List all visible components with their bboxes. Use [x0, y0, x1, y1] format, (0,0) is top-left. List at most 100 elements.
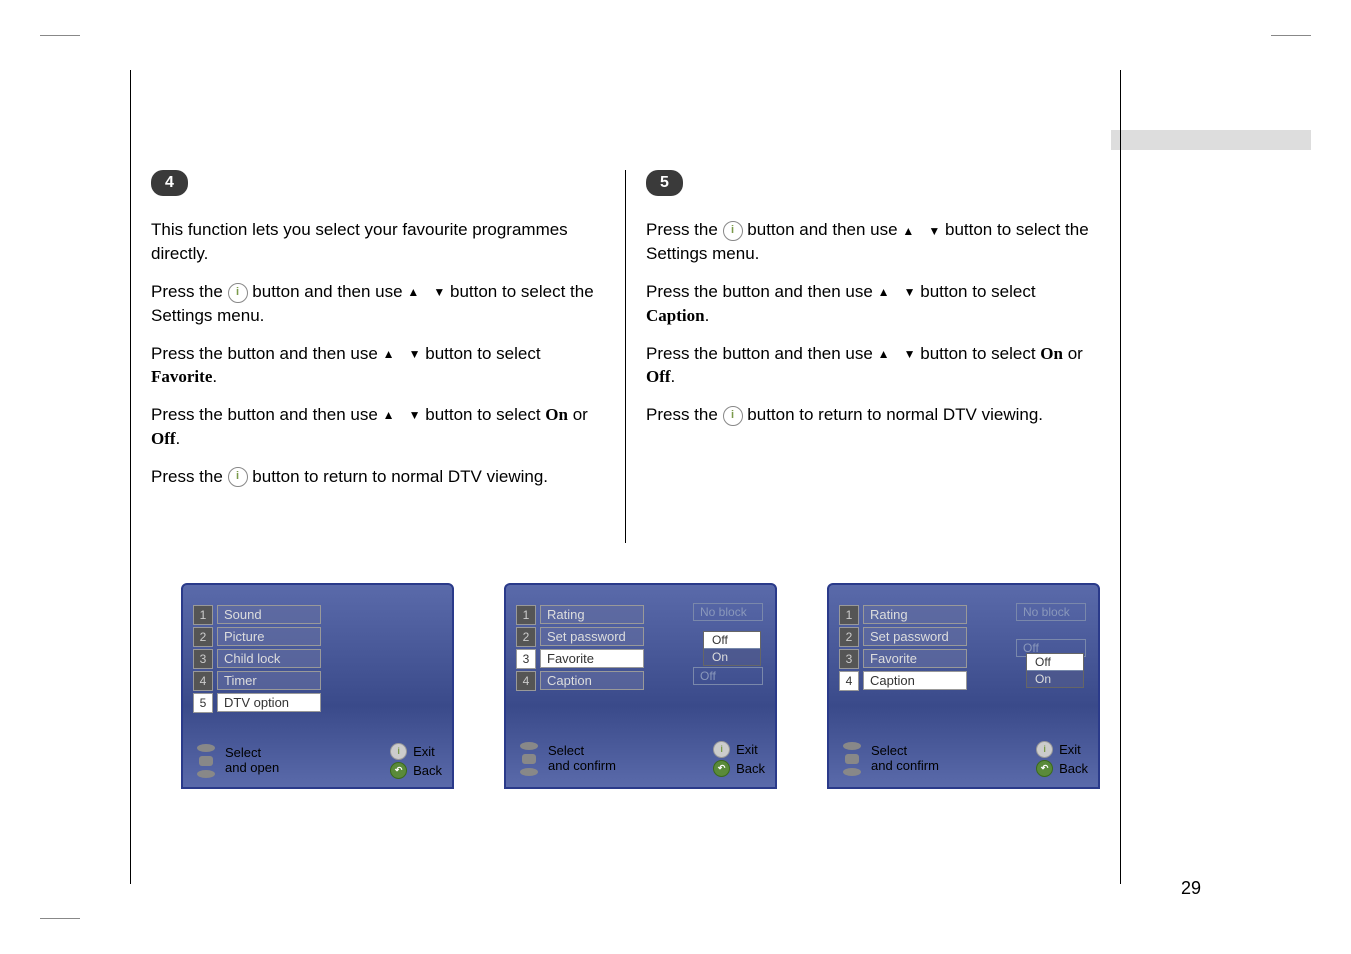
nav-pad-icon: [193, 744, 219, 778]
up-arrow-icon: [383, 344, 395, 363]
osd-num: 3: [839, 649, 859, 669]
down-arrow-icon: [928, 220, 940, 239]
footer-confirm: and confirm: [871, 759, 939, 773]
crop-mark: [40, 35, 80, 36]
osd-num: 4: [839, 671, 859, 691]
text: button to return to normal DTV viewing.: [252, 467, 548, 486]
text: Press the button and then use: [151, 344, 383, 363]
text: button to select: [920, 344, 1040, 363]
osd-num: 3: [516, 649, 536, 669]
i-button-icon: i: [228, 467, 248, 487]
osd-label: Favorite: [540, 649, 644, 668]
osd-label: Picture: [217, 627, 321, 646]
osd-label: Favorite: [863, 649, 967, 668]
footer-select: Select: [225, 746, 279, 760]
osd-item-rating: 1 Rating No block: [839, 605, 1088, 625]
text: button to select: [425, 405, 545, 424]
down-arrow-icon: [433, 282, 445, 301]
osd-option-off: Off: [704, 632, 760, 649]
text: button to select: [425, 344, 540, 363]
osd-num: 2: [839, 627, 859, 647]
osd-num: 1: [193, 605, 213, 625]
footer-back: Back: [1059, 761, 1088, 776]
down-arrow-icon: [409, 405, 421, 424]
osd-num: 2: [516, 627, 536, 647]
off-label: Off: [646, 367, 671, 386]
text: button to return to normal DTV viewing.: [747, 405, 1043, 424]
osd-label: Child lock: [217, 649, 321, 668]
page-number: 29: [1181, 878, 1201, 899]
text: Press the button and then use: [646, 282, 878, 301]
osd-option-off: Off: [1027, 654, 1083, 671]
osd-item-picture: 2 Picture: [193, 627, 442, 647]
osd-settings-menu: 1 Sound 2 Picture 3 Child lock 4 Timer 5…: [181, 583, 454, 789]
step-badge-5: 5: [646, 170, 683, 196]
up-arrow-icon: [878, 282, 890, 301]
page-content: 4 This function lets you select your fav…: [130, 70, 1121, 884]
step4-p2: Press the button and then use button to …: [151, 342, 605, 390]
osd-footer: Select and confirm i Exit ↶ Back: [839, 741, 1088, 777]
osd-num: 4: [516, 671, 536, 691]
osd-dropdown-favorite: Off On: [703, 631, 761, 666]
osd-num: 4: [193, 671, 213, 691]
step-4-section: 4 This function lets you select your fav…: [131, 170, 626, 543]
osd-item-sound: 1 Sound: [193, 605, 442, 625]
step-badge-4: 4: [151, 170, 188, 196]
osd-num: 1: [839, 605, 859, 625]
osd-value-rating: No block: [693, 603, 763, 621]
osd-label: Set password: [863, 627, 967, 646]
osd-label: Rating: [540, 605, 644, 624]
i-button-icon: i: [723, 406, 743, 426]
osd-footer: Select and open iExit ↶Back: [193, 743, 442, 779]
osd-row: 1 Sound 2 Picture 3 Child lock 4 Timer 5…: [131, 543, 1120, 789]
footer-exit: Exit: [736, 742, 758, 757]
text: or: [573, 405, 588, 424]
step5-p2: Press the button and then use button to …: [646, 280, 1100, 328]
osd-value-rating: No block: [1016, 603, 1086, 621]
osd-num: 2: [193, 627, 213, 647]
text: Press the button and then use: [151, 405, 383, 424]
i-circle-icon: i: [1036, 741, 1053, 758]
caption-label: Caption: [646, 306, 705, 325]
footer-exit: Exit: [1059, 742, 1081, 757]
text: button and then use: [747, 220, 902, 239]
i-circle-icon: i: [390, 743, 407, 760]
step4-p1: Press the i button and then use button t…: [151, 280, 605, 328]
i-button-icon: i: [723, 221, 743, 241]
footer-select: Select: [871, 744, 939, 758]
text: or: [1068, 344, 1083, 363]
osd-item-caption: 4 Caption Off: [516, 671, 765, 691]
osd-num: 5: [193, 693, 213, 713]
back-circle-icon: ↶: [713, 760, 730, 777]
footer-exit: Exit: [413, 744, 435, 759]
osd-footer: Select and confirm iExit ↶Back: [516, 741, 765, 777]
footer-confirm: and confirm: [548, 759, 616, 773]
step4-p3: Press the button and then use button to …: [151, 403, 605, 451]
crop-mark: [40, 918, 80, 919]
up-arrow-icon: [407, 282, 419, 301]
osd-label: Caption: [540, 671, 644, 690]
osd-label: Timer: [217, 671, 321, 690]
nav-pad-icon: [516, 742, 542, 776]
osd-label: Rating: [863, 605, 967, 624]
back-circle-icon: ↶: [1036, 760, 1053, 777]
favorite-label: Favorite: [151, 367, 212, 386]
on-label: On: [1040, 344, 1063, 363]
nav-pad-icon: [839, 742, 865, 776]
text: Press the: [646, 405, 723, 424]
step5-p4: Press the i button to return to normal D…: [646, 403, 1100, 427]
text: Press the: [151, 467, 228, 486]
osd-item-rating: 1 Rating No block: [516, 605, 765, 625]
osd-label: Set password: [540, 627, 644, 646]
footer-select: Select: [548, 744, 616, 758]
osd-num: 1: [516, 605, 536, 625]
i-circle-icon: i: [713, 741, 730, 758]
step5-p3: Press the button and then use button to …: [646, 342, 1100, 390]
osd-item-dtvoption: 5 DTV option: [193, 693, 442, 713]
osd-label: Caption: [863, 671, 967, 690]
down-arrow-icon: [409, 344, 421, 363]
osd-item-childlock: 3 Child lock: [193, 649, 442, 669]
osd-option-on: On: [704, 649, 760, 665]
osd-option-on: On: [1027, 671, 1083, 687]
down-arrow-icon: [904, 282, 916, 301]
